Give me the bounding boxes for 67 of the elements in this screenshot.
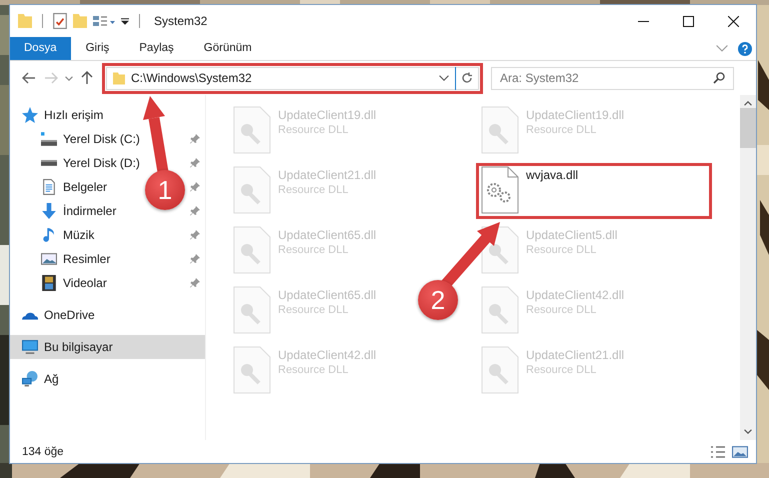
pin-icon[interactable]	[190, 278, 200, 288]
nav-item[interactable]: Bu bilgisayar	[10, 335, 205, 359]
help-icon[interactable]	[738, 42, 752, 56]
nav-item[interactable]: Belgeler	[63, 180, 108, 194]
details-view-icon[interactable]	[710, 444, 726, 458]
view-menu-icon[interactable]	[93, 16, 115, 26]
ribbon-tab[interactable]: Görünüm	[188, 37, 267, 60]
chevron-icon[interactable]	[716, 45, 728, 52]
nav-item[interactable]: Resimler	[63, 252, 110, 266]
folder-icon	[113, 72, 125, 84]
file-icon	[232, 226, 272, 274]
close-icon[interactable]	[728, 16, 739, 26]
nav-item[interactable]: Videolar	[63, 276, 107, 290]
file-icon	[480, 106, 520, 154]
dropdown-caret-icon[interactable]	[439, 75, 449, 81]
thumbnail-view-icon[interactable]	[732, 444, 748, 458]
file-icon	[480, 346, 520, 394]
scroll-thumb[interactable]	[740, 108, 756, 148]
pin-icon[interactable]	[190, 134, 200, 144]
monitor-icon	[22, 339, 38, 355]
properties-icon[interactable]	[53, 13, 67, 29]
star-icon	[22, 107, 38, 123]
nav-item[interactable]: OneDrive	[44, 308, 95, 322]
scroll-down-icon[interactable]	[744, 429, 752, 434]
nav-item[interactable]: İndirmeler	[63, 204, 116, 218]
document-icon	[41, 179, 57, 195]
drive-icon	[41, 131, 57, 147]
pin-icon[interactable]	[190, 158, 200, 168]
minimize-icon[interactable]	[638, 20, 649, 22]
music-note-icon	[41, 227, 57, 243]
item-count: 134 öğe	[22, 446, 64, 458]
pin-icon[interactable]	[190, 182, 200, 192]
back-arrow-icon[interactable]	[22, 72, 36, 84]
file-icon	[232, 286, 272, 334]
down-arrow-icon	[41, 203, 57, 219]
network-icon	[22, 371, 38, 387]
file-icon	[232, 346, 272, 394]
file-menu-tab[interactable]: Dosya	[10, 37, 71, 60]
gear-file-icon	[480, 166, 520, 214]
ribbon-tab[interactable]: Giriş	[70, 37, 124, 60]
nav-item[interactable]: Müzik	[63, 228, 94, 242]
pin-icon[interactable]	[190, 206, 200, 216]
nav-item[interactable]: Yerel Disk (D:)	[63, 156, 140, 170]
pin-icon[interactable]	[190, 254, 200, 264]
file-icon	[232, 106, 272, 154]
address-field[interactable]: C:\Windows\System32	[106, 66, 479, 90]
search-field[interactable]: Ara: System32	[491, 66, 734, 90]
up-arrow-icon[interactable]	[81, 71, 93, 85]
window-title: System32	[154, 14, 208, 28]
pin-icon[interactable]	[190, 230, 200, 240]
scroll-up-icon[interactable]	[744, 101, 752, 106]
nav-item[interactable]: Ağ	[44, 372, 59, 386]
film-icon	[41, 275, 57, 291]
refresh-icon[interactable]	[461, 72, 473, 84]
nav-item[interactable]: Yerel Disk (C:)	[63, 132, 140, 146]
drive-icon	[41, 160, 57, 166]
scrollbar[interactable]	[740, 95, 756, 440]
file-icon	[232, 166, 272, 214]
search-icon[interactable]	[713, 72, 725, 84]
customize-caret-icon[interactable]	[121, 18, 129, 24]
file-icon	[480, 286, 520, 334]
recent-caret-icon[interactable]	[65, 76, 73, 80]
ribbon-tab[interactable]: Paylaş	[124, 37, 189, 60]
file-item[interactable]: wvjava.dll	[476, 163, 712, 219]
nav-item[interactable]: Hızlı erişim	[44, 108, 104, 122]
image-icon	[41, 251, 57, 267]
maximize-icon[interactable]	[683, 16, 694, 26]
